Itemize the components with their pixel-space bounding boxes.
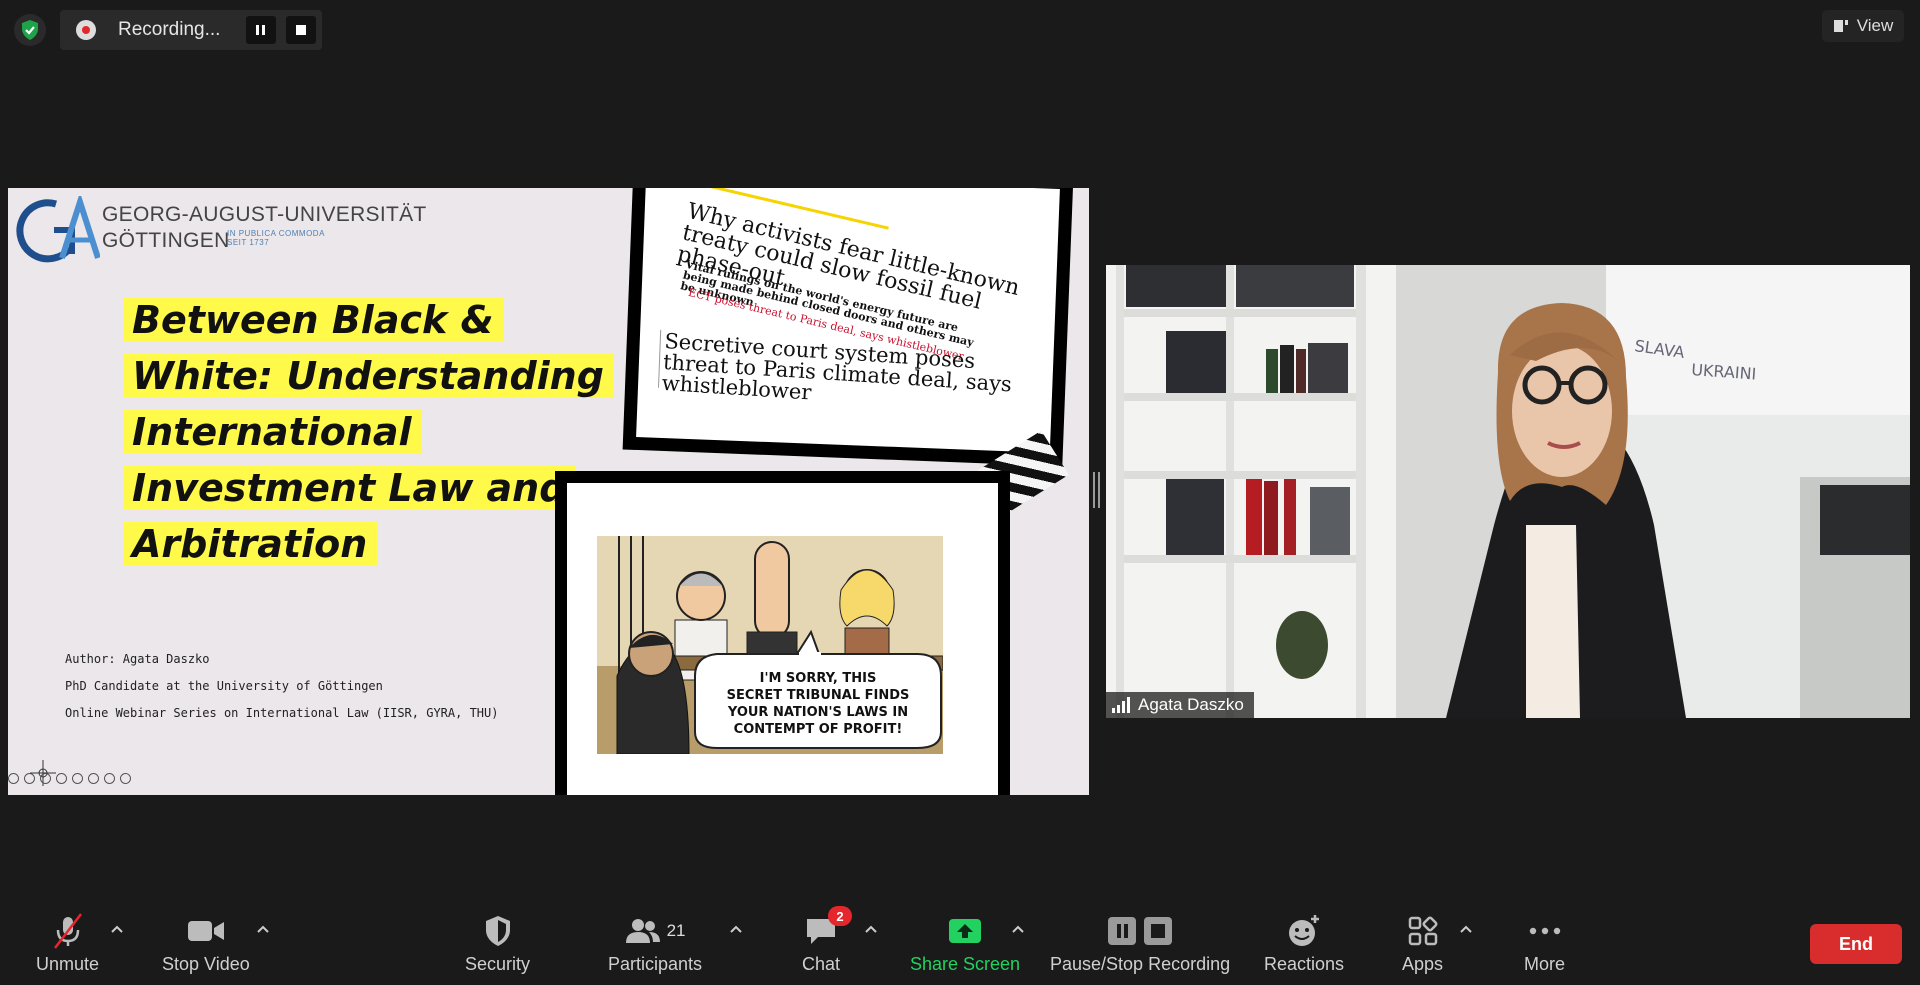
stop-video-button[interactable]: Stop Video	[162, 912, 250, 975]
reactions-smiley-icon	[1289, 915, 1320, 946]
chat-label: Chat	[802, 954, 841, 974]
encryption-shield-icon[interactable]	[14, 14, 46, 46]
share-screen-label: Share Screen	[910, 954, 1021, 974]
split-view-resize-handle[interactable]	[1093, 472, 1100, 508]
stop-video-label: Stop Video	[162, 954, 250, 974]
pause-stop-recording-label: Pause/Stop Recording	[1050, 954, 1231, 974]
title-line-3: International	[124, 410, 422, 454]
more-ellipsis-icon	[1529, 927, 1560, 935]
stop-recording-button[interactable]	[286, 16, 316, 44]
recording-dot-icon	[76, 20, 96, 40]
slide-tools[interactable]	[8, 773, 131, 784]
participant-video-frame: SLAVA UKRAINI	[1106, 265, 1910, 718]
slide-tool-icon[interactable]	[40, 773, 51, 784]
unmute-label: Unmute	[36, 954, 100, 974]
reactions-button[interactable]: Reactions	[1264, 912, 1344, 975]
view-label: View	[1856, 16, 1894, 35]
reactions-label: Reactions	[1264, 954, 1345, 974]
cartoon-caption-line-4: CONTEMPT OF PROFIT!	[734, 722, 903, 737]
slide-tool-icon[interactable]	[24, 773, 35, 784]
muted-microphone-icon	[53, 913, 82, 949]
cartoon-caption-line-1: I'M SORRY, THIS	[760, 671, 877, 686]
pause-recording-button[interactable]	[246, 16, 276, 44]
slide-tool-icon[interactable]	[88, 773, 99, 784]
participants-count: 21	[666, 921, 686, 940]
video-camera-icon	[187, 921, 224, 941]
motto-line2: SEIT 1737	[227, 238, 270, 247]
participant-video[interactable]: SLAVA UKRAINI	[1106, 265, 1910, 718]
participants-button[interactable]: 21 Participants	[608, 912, 702, 975]
chat-button[interactable]: 2 Chat	[802, 906, 853, 975]
recording-indicator: Recording...	[60, 10, 322, 50]
author-info: Author: Agata Daszko PhD Candidate at th…	[65, 646, 498, 727]
security-label: Security	[465, 954, 531, 974]
motto-line1: IN PUBLICA COMMODA	[227, 229, 325, 238]
unmute-button[interactable]: Unmute	[36, 912, 99, 975]
share-screen-button[interactable]: Share Screen	[910, 912, 1020, 975]
chat-unread-badge: 2	[828, 906, 853, 926]
title-line-5: Arbitration	[124, 522, 378, 566]
view-layout-icon	[1833, 20, 1848, 32]
share-options-caret-icon[interactable]	[1011, 922, 1025, 936]
cartoon-caption-line-3: YOUR NATION'S LAWS IN	[727, 705, 908, 720]
more-button[interactable]: More	[1524, 912, 1565, 975]
university-motto: IN PUBLICA COMMODA SEIT 1737	[227, 229, 325, 247]
end-meeting-button[interactable]: End	[1810, 924, 1902, 964]
title-line-2: White: Understanding	[124, 354, 614, 398]
newspaper-rule	[657, 329, 662, 388]
slide-title: Between Black & White: Understanding Int…	[124, 292, 614, 572]
slide-tool-icon[interactable]	[120, 773, 131, 784]
cartoon-card: I'M SORRY, THIS SECRET TRIBUNAL FINDS YO…	[555, 471, 1010, 795]
title-line-4: Investment Law and	[124, 466, 577, 510]
apps-button[interactable]: Apps	[1402, 912, 1443, 975]
cartoon-caption-line-2: SECRET TRIBUNAL FINDS	[727, 688, 910, 703]
apps-icon	[1408, 916, 1438, 946]
video-options-caret-icon[interactable]	[256, 922, 270, 936]
participant-name-tag: Agata Daszko	[1106, 692, 1254, 718]
participant-name: Agata Daszko	[1138, 695, 1244, 714]
share-screen-icon	[949, 919, 982, 943]
slide-tool-icon[interactable]	[56, 773, 67, 784]
slide-tool-icon[interactable]	[72, 773, 83, 784]
participants-label: Participants	[608, 954, 703, 974]
participants-icon	[625, 919, 660, 943]
security-button[interactable]: Security	[465, 912, 530, 975]
author-line-3: Online Webinar Series on International L…	[65, 706, 499, 720]
newspaper-clipping: Why activists fear little-known treaty c…	[622, 188, 1074, 467]
meeting-toolbar: Unmute Stop Video Security 21 Participan…	[0, 900, 1920, 985]
author-line-2: PhD Candidate at the University of Götti…	[65, 679, 383, 693]
audio-options-caret-icon[interactable]	[110, 922, 124, 936]
more-label: More	[1524, 954, 1566, 974]
university-name-line1: GEORG-AUGUST-UNIVERSITÄT	[102, 203, 427, 226]
pause-stop-recording-button[interactable]: Pause/Stop Recording	[1050, 912, 1230, 975]
apps-label: Apps	[1402, 954, 1444, 974]
tribunal-cartoon-image: I'M SORRY, THIS SECRET TRIBUNAL FINDS YO…	[597, 536, 943, 754]
recording-status: Recording...	[118, 19, 221, 40]
signal-strength-icon	[1112, 697, 1130, 713]
title-line-1: Between Black &	[124, 298, 504, 342]
university-logo	[16, 196, 100, 263]
author-line-1: Author: Agata Daszko	[65, 652, 210, 666]
slide-tool-icon[interactable]	[8, 773, 19, 784]
pause-stop-recording-icon	[1108, 917, 1173, 945]
slide-tool-icon[interactable]	[104, 773, 115, 784]
chat-options-caret-icon[interactable]	[864, 922, 878, 936]
view-button[interactable]: View	[1822, 10, 1904, 42]
security-shield-icon	[485, 916, 510, 946]
participants-options-caret-icon[interactable]	[729, 922, 743, 936]
apps-options-caret-icon[interactable]	[1459, 922, 1473, 936]
shared-screen: GEORG-AUGUST-UNIVERSITÄT GÖTTINGEN IN PU…	[8, 188, 1089, 795]
